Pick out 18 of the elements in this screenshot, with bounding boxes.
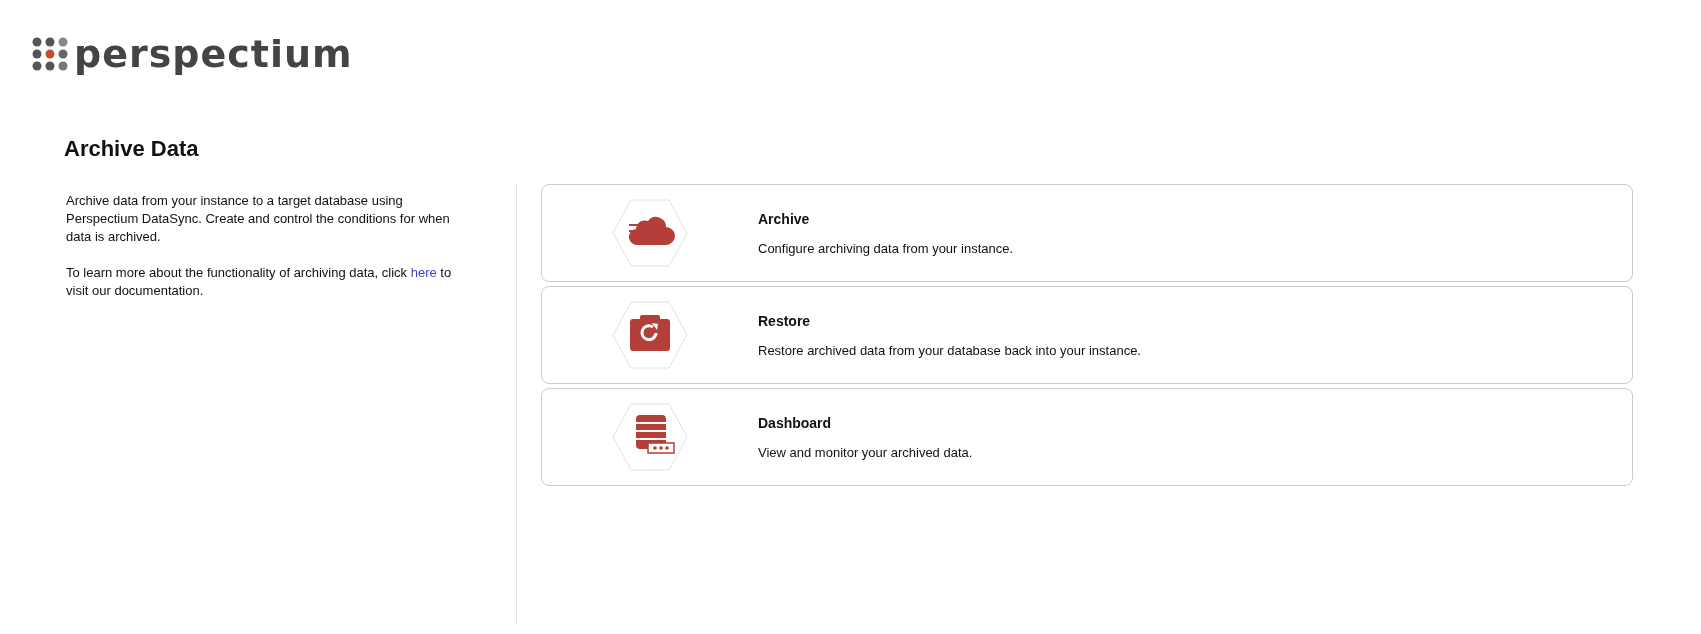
option-card[interactable]: Restore Restore archived data from your database back into your instance. [541,286,1633,384]
card-title: Restore [758,312,812,329]
card-title: Archive [758,210,811,227]
intro-paragraph: Archive data from your instance to a target database using Perspectium DataSync. Create and control the conditions for when data is archived. [66,192,451,246]
option-card[interactable]: Dashboard View and monitor your archived data. [541,388,1633,486]
card-description: Restore archived data from your database back into your instance. [758,342,1141,358]
card-title: Dashboard [758,414,833,431]
card-description: Configure archiving data from your instance. [758,240,1014,256]
card-description: View and monitor your archived data. [758,444,973,460]
page-title: Archive Data [64,136,200,162]
database-password-icon [612,403,688,471]
cloud-arrows-icon [612,199,688,267]
logo-dots-icon [32,37,68,71]
learn-more-paragraph: To learn more about the functionality of archiving data, click here to visit our documentation. [66,264,453,300]
documentation-link[interactable]: here [410,265,437,280]
camera-refresh-icon [612,301,688,369]
option-card[interactable]: Archive Configure archiving data from your instance. [541,184,1633,282]
logo-wordmark: perspectium [74,34,353,74]
